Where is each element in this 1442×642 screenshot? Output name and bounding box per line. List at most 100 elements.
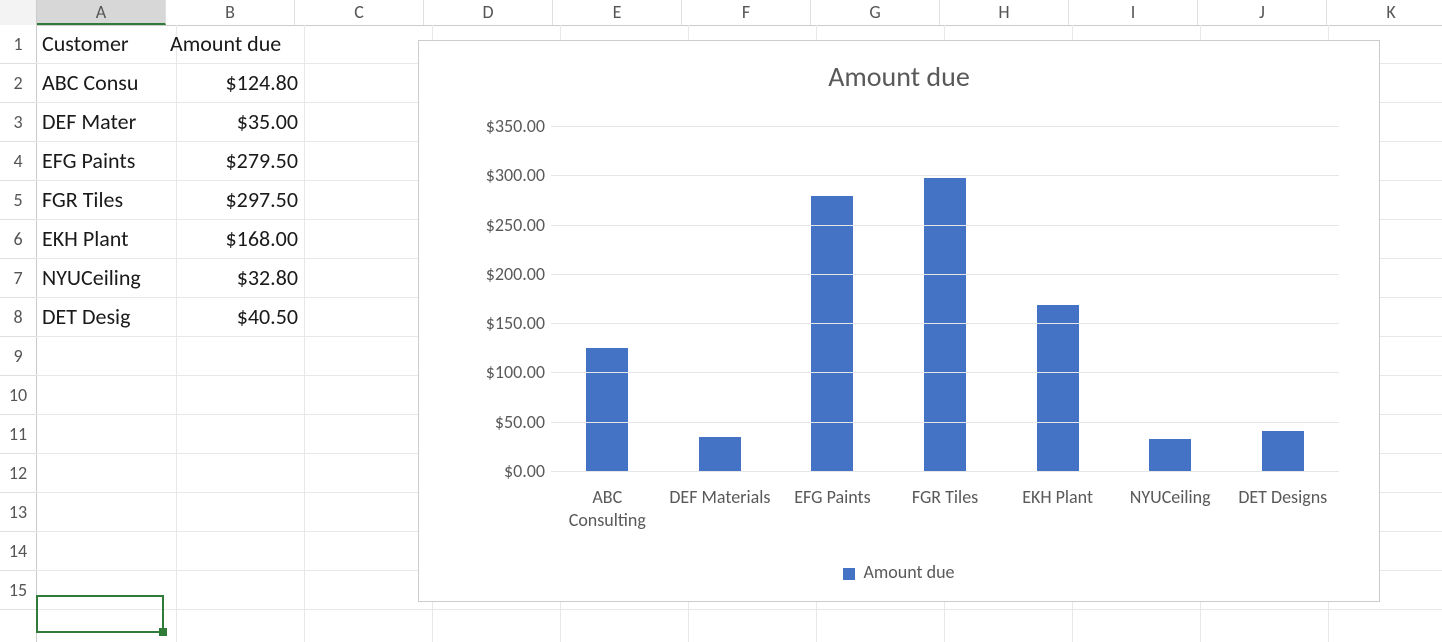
cell-C8[interactable] <box>292 298 433 336</box>
cell-A7[interactable]: NYUCeiling <box>36 259 177 297</box>
bar-slot <box>1226 126 1339 471</box>
row-header-1[interactable]: 1 <box>0 25 36 64</box>
cell-I16[interactable] <box>1060 610 1201 642</box>
row-header-7[interactable]: 7 <box>0 259 36 298</box>
x-label: DET Designs <box>1226 486 1339 531</box>
bar-ekh-plant[interactable] <box>1037 305 1079 471</box>
cell-A14[interactable] <box>36 532 177 570</box>
cell-C10[interactable] <box>292 376 433 414</box>
cell-B8[interactable]: $40.50 <box>164 298 305 336</box>
cell-C12[interactable] <box>292 454 433 492</box>
column-header-F[interactable]: F <box>682 0 811 25</box>
cell-A3[interactable]: DEF Mater <box>36 103 177 141</box>
cell-A9[interactable] <box>36 337 177 375</box>
cell-A6[interactable]: EKH Plant <box>36 220 177 258</box>
cell-C13[interactable] <box>292 493 433 531</box>
row-header-8[interactable]: 8 <box>0 298 36 337</box>
cell-A5[interactable]: FGR Tiles <box>36 181 177 219</box>
cell-B14[interactable] <box>164 532 305 570</box>
cell-K16[interactable] <box>1316 610 1442 642</box>
cell-C3[interactable] <box>292 103 433 141</box>
cell-C9[interactable] <box>292 337 433 375</box>
column-header-A[interactable]: A <box>37 0 166 25</box>
row-header-10[interactable]: 10 <box>0 376 36 415</box>
column-headers: ABCDEFGHIJK <box>0 0 1442 26</box>
cell-C14[interactable] <box>292 532 433 570</box>
cell-A4[interactable]: EFG Paints <box>36 142 177 180</box>
cell-F16[interactable] <box>676 610 817 642</box>
cell-A8[interactable]: DET Desig <box>36 298 177 336</box>
bar-abc-consulting[interactable] <box>586 348 628 471</box>
bar-efg-paints[interactable] <box>811 196 853 472</box>
column-header-C[interactable]: C <box>295 0 424 25</box>
cell-C7[interactable] <box>292 259 433 297</box>
cell-A13[interactable] <box>36 493 177 531</box>
row-header-14[interactable]: 14 <box>0 532 36 571</box>
row-header-12[interactable]: 12 <box>0 454 36 493</box>
cell-B4[interactable]: $279.50 <box>164 142 305 180</box>
column-header-B[interactable]: B <box>166 0 295 25</box>
cell-A16[interactable] <box>36 610 177 642</box>
cell-C6[interactable] <box>292 220 433 258</box>
x-label: ABC Consulting <box>551 486 664 531</box>
row-header-2[interactable]: 2 <box>0 64 36 103</box>
row-header-5[interactable]: 5 <box>0 181 36 220</box>
row-header-11[interactable]: 11 <box>0 415 36 454</box>
column-header-I[interactable]: I <box>1069 0 1198 25</box>
column-header-K[interactable]: K <box>1327 0 1442 25</box>
row-header-9[interactable]: 9 <box>0 337 36 376</box>
cell-C1[interactable] <box>292 25 433 63</box>
cell-H16[interactable] <box>932 610 1073 642</box>
row-header-4[interactable]: 4 <box>0 142 36 181</box>
cell-B16[interactable] <box>164 610 305 642</box>
x-label: NYUCeiling <box>1114 486 1227 531</box>
cell-B2[interactable]: $124.80 <box>164 64 305 102</box>
column-header-J[interactable]: J <box>1198 0 1327 25</box>
gridline <box>551 175 1339 176</box>
cell-C4[interactable] <box>292 142 433 180</box>
cell-B9[interactable] <box>164 337 305 375</box>
column-header-E[interactable]: E <box>553 0 682 25</box>
cell-B1[interactable]: Amount due <box>164 25 305 63</box>
cell-C2[interactable] <box>292 64 433 102</box>
cell-B12[interactable] <box>164 454 305 492</box>
cell-E16[interactable] <box>548 610 689 642</box>
cell-J16[interactable] <box>1188 610 1329 642</box>
y-tick-label: $0.00 <box>504 460 545 482</box>
row-header-6[interactable]: 6 <box>0 220 36 259</box>
row-header-15[interactable]: 15 <box>0 571 36 610</box>
cell-B6[interactable]: $168.00 <box>164 220 305 258</box>
cell-B10[interactable] <box>164 376 305 414</box>
cell-A1[interactable]: Customer <box>36 25 177 63</box>
cell-B11[interactable] <box>164 415 305 453</box>
bar-slot <box>1114 126 1227 471</box>
cell-A10[interactable] <box>36 376 177 414</box>
row-header-13[interactable]: 13 <box>0 493 36 532</box>
column-header-G[interactable]: G <box>811 0 940 25</box>
bar-fgr-tiles[interactable] <box>924 178 966 471</box>
cell-B3[interactable]: $35.00 <box>164 103 305 141</box>
cell-A15[interactable] <box>36 571 177 609</box>
bar-nyuceiling[interactable] <box>1149 439 1191 471</box>
cell-B13[interactable] <box>164 493 305 531</box>
cell-A2[interactable]: ABC Consu <box>36 64 177 102</box>
bar-def-materials[interactable] <box>699 437 741 472</box>
cell-C11[interactable] <box>292 415 433 453</box>
cell-G16[interactable] <box>804 610 945 642</box>
column-header-D[interactable]: D <box>424 0 553 25</box>
cell-B15[interactable] <box>164 571 305 609</box>
cell-B5[interactable]: $297.50 <box>164 181 305 219</box>
row-header-3[interactable]: 3 <box>0 103 36 142</box>
cell-D16[interactable] <box>420 610 561 642</box>
x-label: EKH Plant <box>1001 486 1114 531</box>
cell-B7[interactable]: $32.80 <box>164 259 305 297</box>
cell-C15[interactable] <box>292 571 433 609</box>
cell-A12[interactable] <box>36 454 177 492</box>
chart[interactable]: Amount due $0.00$50.00$100.00$150.00$200… <box>418 40 1380 602</box>
spreadsheet-window: ABCDEFGHIJK 123456789101112131415 Custom… <box>0 0 1442 642</box>
column-header-H[interactable]: H <box>940 0 1069 25</box>
bar-det-designs[interactable] <box>1262 431 1304 471</box>
cell-C16[interactable] <box>292 610 433 642</box>
cell-A11[interactable] <box>36 415 177 453</box>
cell-C5[interactable] <box>292 181 433 219</box>
